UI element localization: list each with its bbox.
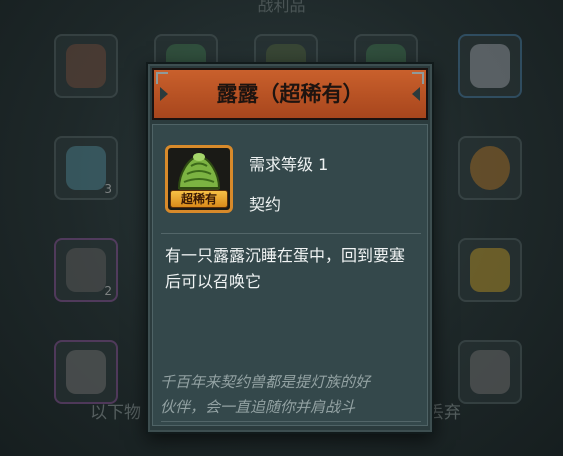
inventory-slot[interactable]: [458, 238, 522, 302]
ring-icon: [470, 146, 510, 190]
required-level: 需求等级 1: [249, 155, 329, 174]
inventory-slot[interactable]: [458, 34, 522, 98]
spiked-shield-icon: [66, 248, 106, 292]
item-title: 露露（超稀有）: [216, 82, 364, 106]
flavor-line-2: 伙伴，会一直追随你并肩战斗: [160, 398, 356, 416]
rarity-badge: 超稀有: [170, 190, 228, 208]
loot-screen-title: 战利品: [257, 0, 306, 15]
axe-icon: [470, 350, 510, 394]
game-screen: 战利品 3 2 以下物 或丢弃 露露（超稀有） 超稀有 需求等级 1 契约 有一…: [0, 0, 563, 456]
divider: [161, 421, 421, 422]
popup-header: 露露（超稀有）: [152, 68, 428, 120]
item-type: 契约: [249, 195, 282, 214]
item-detail-popup: 露露（超稀有） 超稀有 需求等级 1 契约 有一只露露沉睡在蛋中，回到要塞后可以…: [146, 62, 434, 434]
inventory-slot[interactable]: [458, 136, 522, 200]
lulu-egg-icon: [177, 153, 221, 196]
inventory-slot[interactable]: [458, 340, 522, 404]
flavor-line-1: 千百年来契约兽都是提灯族的好: [160, 373, 371, 391]
item-icon: 超稀有: [165, 145, 233, 213]
footer-hint-left: 以下物: [90, 403, 141, 423]
helmet-icon: [470, 44, 510, 88]
flavor-text: 千百年来契约兽都是提灯族的好 伙伴，会一直追随你并肩战斗: [160, 370, 420, 420]
inventory-slot[interactable]: 2: [54, 238, 118, 302]
divider: [161, 233, 421, 234]
armor-icon: [66, 350, 106, 394]
duck-icon: [470, 248, 510, 292]
slot-count: 2: [104, 284, 112, 298]
inventory-slot[interactable]: [54, 34, 118, 98]
slot-count: 3: [104, 182, 112, 196]
inventory-slot[interactable]: 3: [54, 136, 118, 200]
stone-icon: [66, 146, 106, 190]
inventory-slot[interactable]: [54, 340, 118, 404]
item-description: 有一只露露沉睡在蛋中，回到要塞后可以召唤它: [165, 246, 406, 291]
robe-icon: [66, 44, 106, 88]
